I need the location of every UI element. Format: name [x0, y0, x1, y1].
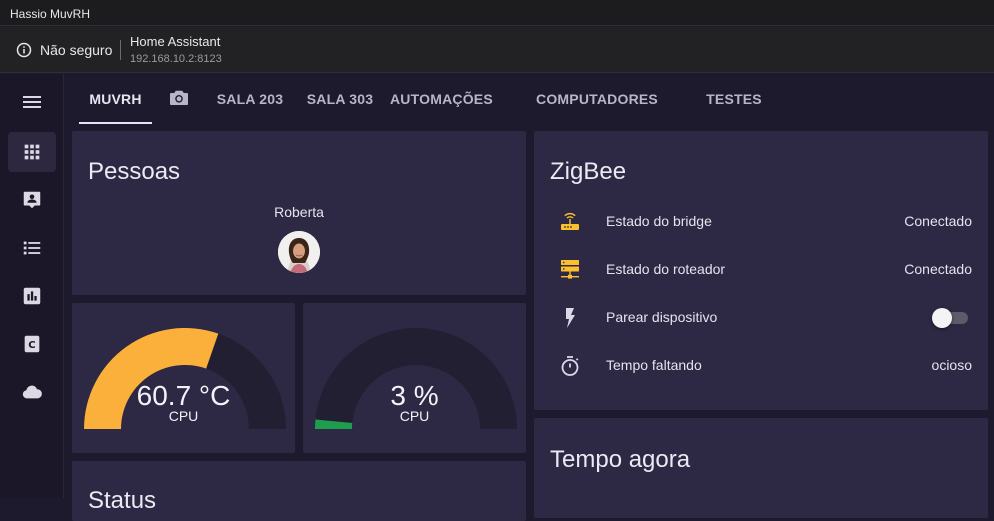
sidebar-item-cloud[interactable] — [8, 372, 56, 412]
entity-row-pair-device[interactable]: Parear dispositivo — [534, 294, 988, 342]
card-title: ZigBee — [550, 158, 627, 185]
toggle-knob — [932, 308, 952, 328]
card-title: Tempo agora — [550, 446, 691, 473]
gauge-card-temperature[interactable]: 60.7 °C CPU — [72, 303, 295, 453]
entity-label: Estado do bridge — [606, 213, 712, 229]
timer-icon — [561, 356, 579, 376]
router-wireless-icon — [561, 212, 579, 230]
divider — [120, 40, 121, 60]
list-icon — [23, 241, 41, 255]
chart-box-icon — [23, 287, 41, 305]
tab-computadores-muvrh[interactable]: COMPUTADORES MUVRH — [511, 74, 683, 157]
svg-text:C: C — [28, 340, 35, 351]
tab-sala-203[interactable]: SALA 203 — [212, 74, 288, 124]
sidebar-item-hacs[interactable]: C — [8, 324, 56, 364]
sidebar-item-history[interactable] — [8, 276, 56, 316]
cloud-icon — [22, 385, 42, 399]
address-bar[interactable]: Não seguro Home Assistant 192.168.10.2:8… — [0, 27, 994, 73]
server-network-icon — [561, 260, 579, 279]
gauge-label: CPU — [399, 408, 430, 424]
site-address[interactable]: 192.168.10.2:8123 — [130, 53, 222, 65]
temperature-gauge — [84, 328, 286, 429]
sidebar-item-map[interactable] — [8, 180, 56, 220]
entity-label: Estado do roteador — [606, 261, 726, 277]
security-status[interactable]: Não seguro — [40, 42, 112, 58]
entity-label: Parear dispositivo — [606, 309, 718, 325]
tab-testes[interactable]: TESTES — [699, 74, 769, 124]
status-card: Status — [72, 461, 526, 521]
gauge-card-cpu[interactable]: 3 % CPU — [303, 303, 526, 453]
menu-icon[interactable] — [20, 90, 44, 114]
person-name: Roberta — [274, 204, 324, 220]
entity-row-bridge-state[interactable]: Estado do bridge Conectado — [534, 198, 988, 246]
gauge-label: CPU — [168, 408, 199, 424]
site-name[interactable]: Home Assistant — [130, 34, 220, 49]
card-title: Pessoas — [88, 158, 181, 185]
tab-automacoes[interactable]: AUTOMAÇÕES — [390, 74, 493, 124]
pessoas-card: Pessoas Roberta — [72, 131, 526, 295]
tab-muvrh[interactable]: MUVRH — [79, 74, 152, 124]
dashboard-tabs: MUVRH SALA 203 SALA 303 AUTOMAÇÕES COMPU… — [64, 74, 994, 157]
entity-state: Conectado — [904, 261, 972, 277]
c-box-icon: C — [24, 335, 40, 353]
window-titlebar: Hassio MuvRH — [0, 0, 994, 26]
weather-card: Tempo agora — [534, 418, 988, 518]
card-title: Status — [88, 487, 157, 514]
info-icon[interactable] — [16, 42, 32, 58]
tab-sala-303[interactable]: SALA 303 — [301, 74, 379, 124]
avatar[interactable] — [278, 231, 320, 273]
cpu-gauge — [315, 328, 517, 429]
entity-row-router-state[interactable]: Estado do roteador Conectado — [534, 246, 988, 294]
account-box-icon — [23, 191, 41, 209]
flash-icon — [566, 308, 575, 328]
person-portrait-icon — [278, 231, 320, 273]
sidebar-item-overview[interactable] — [8, 132, 56, 172]
entity-state: ocioso — [931, 357, 972, 373]
entity-state: Conectado — [904, 213, 972, 229]
sidebar-item-logbook[interactable] — [8, 228, 56, 268]
pair-device-toggle[interactable] — [932, 308, 968, 328]
sidebar: C — [0, 74, 64, 498]
grid-view-icon — [24, 144, 40, 160]
entity-row-time-remaining[interactable]: Tempo faltando ocioso — [534, 342, 988, 390]
zigbee-card: ZigBee Estado do bridge Conectado Estado… — [534, 131, 988, 410]
camera-icon[interactable] — [167, 86, 191, 110]
window-title: Hassio MuvRH — [10, 7, 91, 21]
entity-label: Tempo faltando — [606, 357, 702, 373]
